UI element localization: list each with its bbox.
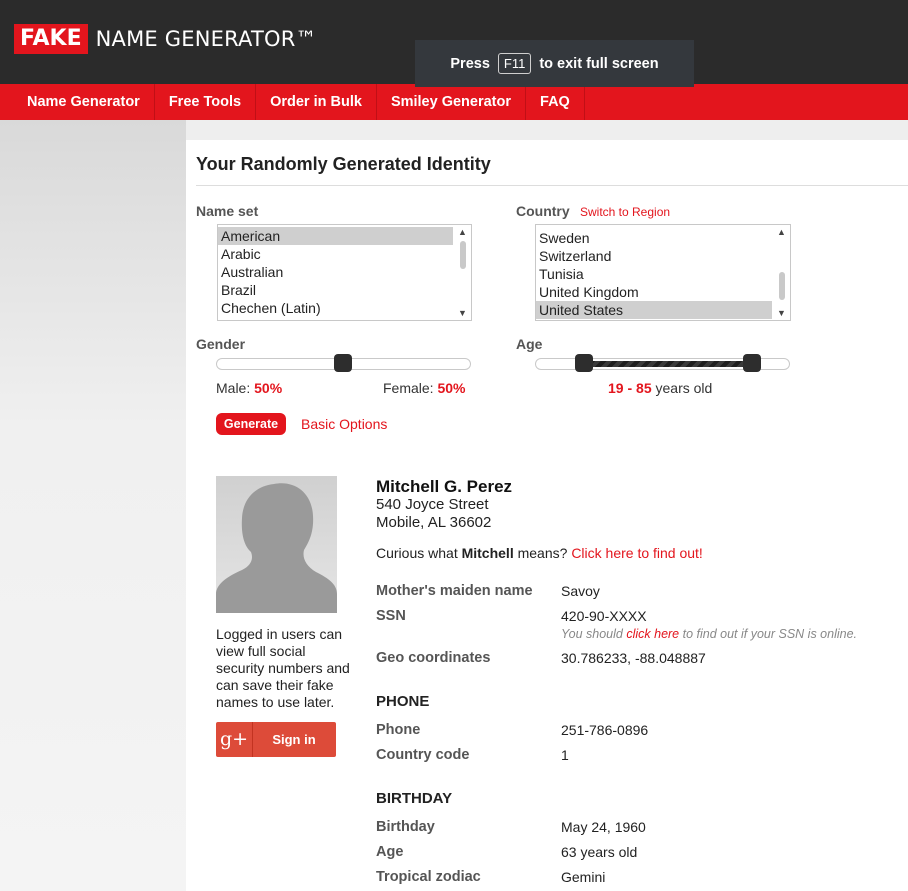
maiden-name-value: Savoy <box>561 583 600 599</box>
address-line1: 540 Joyce Street <box>376 496 489 513</box>
toast-rest: to exit full screen <box>539 55 659 72</box>
country-select[interactable]: Sweden Switzerland Tunisia United Kingdo… <box>535 224 791 321</box>
site-logo[interactable]: FAKE NAME GENERATOR™ <box>14 24 317 54</box>
geo-label: Geo coordinates <box>376 650 491 666</box>
nav-free-tools[interactable]: Free Tools <box>155 84 257 120</box>
age-min: 19 <box>608 380 624 396</box>
nameset-label: Name set <box>196 203 259 219</box>
phone-label: Phone <box>376 722 421 738</box>
country-option[interactable]: Sweden <box>536 229 790 247</box>
male-value: 50% <box>254 380 283 396</box>
scroll-thumb[interactable] <box>779 272 785 300</box>
phone-value: 251-786-0896 <box>561 722 649 738</box>
ssn-value: 420-90-XXXX <box>561 608 647 624</box>
logo-name-generator: NAME GENERATOR™ <box>95 27 317 51</box>
name-meaning-link[interactable]: Click here to find out! <box>571 545 703 561</box>
nameset-select[interactable]: American Arabic Australian Brazil Cheche… <box>217 224 472 321</box>
nameset-option[interactable]: Australian <box>218 263 471 281</box>
logo-fake: FAKE <box>14 24 88 54</box>
scroll-thumb[interactable] <box>460 241 466 269</box>
curious-mid: means? <box>517 545 568 561</box>
zodiac-label: Tropical zodiac <box>376 869 481 885</box>
gender-slider-handle[interactable] <box>334 354 352 372</box>
age-max-handle[interactable] <box>743 354 761 372</box>
avatar <box>216 476 337 613</box>
curious-name: Mitchell <box>461 545 514 561</box>
ssn-hint: You should click here to find out if you… <box>561 627 857 641</box>
ssn-check-link[interactable]: click here <box>626 627 679 641</box>
nameset-option[interactable]: American <box>218 227 453 245</box>
age-max: 85 <box>636 380 652 396</box>
age-detail-label: Age <box>376 844 404 860</box>
identity-name: Mitchell G. Perez <box>376 477 513 496</box>
nameset-option[interactable]: Brazil <box>218 281 471 299</box>
zodiac-value: Gemini <box>561 869 606 885</box>
country-option[interactable]: United States <box>536 301 772 319</box>
toast-press: Press <box>450 55 490 72</box>
curious-prefix: Curious what <box>376 545 458 561</box>
page-title: Your Randomly Generated Identity <box>196 154 491 174</box>
google-signin-button[interactable]: g+ Sign in <box>216 722 336 757</box>
female-value: 50% <box>437 380 466 396</box>
title-divider <box>196 185 908 186</box>
basic-options-link[interactable]: Basic Options <box>301 416 387 432</box>
signin-label: Sign in <box>272 732 316 747</box>
ssn-hint-post: to find out if your SSN is online. <box>682 627 858 641</box>
male-ratio: Male: 50% <box>216 380 282 396</box>
switch-to-region-link[interactable]: Switch to Region <box>580 205 670 219</box>
age-suffix: years old <box>655 380 713 396</box>
ssn-hint-pre: You should <box>561 627 623 641</box>
country-label: Country <box>516 203 570 219</box>
country-option[interactable]: Tunisia <box>536 265 790 283</box>
phone-section-title: PHONE <box>376 693 430 710</box>
age-detail-value: 63 years old <box>561 844 638 860</box>
country-option[interactable]: Switzerland <box>536 247 790 265</box>
scroll-down-icon[interactable]: ▼ <box>458 308 467 318</box>
left-gutter <box>0 120 186 891</box>
geo-coordinates-link[interactable]: 30.786233, -88.048887 <box>561 650 706 666</box>
birthday-label: Birthday <box>376 819 435 835</box>
female-ratio: Female: 50% <box>383 380 466 396</box>
generate-button[interactable]: Generate <box>216 413 286 435</box>
age-label: Age <box>516 336 543 352</box>
female-label: Female: <box>383 380 434 396</box>
nav-smiley-generator[interactable]: Smiley Generator <box>377 84 527 120</box>
nameset-scrollbar[interactable]: ▲ ▼ <box>455 225 471 320</box>
identity-panel: Your Randomly Generated Identity Name se… <box>186 140 908 891</box>
maiden-name-label: Mother's maiden name <box>376 583 533 599</box>
birthday-value: May 24, 1960 <box>561 819 646 835</box>
address-line2: Mobile, AL 36602 <box>376 514 492 531</box>
scroll-up-icon[interactable]: ▲ <box>777 227 786 237</box>
basic-options-text[interactable]: Basic Options <box>301 416 387 432</box>
country-scrollbar[interactable]: ▲ ▼ <box>774 225 790 320</box>
scroll-down-icon[interactable]: ▼ <box>777 308 786 318</box>
birthday-section-title: BIRTHDAY <box>376 790 453 807</box>
age-min-handle[interactable] <box>575 354 593 372</box>
country-code-value: 1 <box>561 747 569 763</box>
scroll-up-icon[interactable]: ▲ <box>458 227 467 237</box>
nameset-option[interactable]: Chechen (Latin) <box>218 299 471 317</box>
country-option[interactable]: United Kingdom <box>536 283 790 301</box>
ssn-label: SSN <box>376 608 406 624</box>
age-range-fill <box>584 361 752 367</box>
nav-faq[interactable]: FAQ <box>526 84 585 120</box>
age-range-text: 19 - 85 years old <box>608 380 712 396</box>
google-plus-icon: g+ <box>216 722 253 757</box>
gender-label: Gender <box>196 336 246 352</box>
fullscreen-toast: Press F11 to exit full screen <box>415 40 694 87</box>
login-note: Logged in users can view full social sec… <box>216 626 350 710</box>
person-silhouette-icon <box>216 483 337 613</box>
male-label: Male: <box>216 380 251 396</box>
name-meaning: Curious what Mitchell means? Click here … <box>376 545 703 561</box>
country-code-label: Country code <box>376 747 470 763</box>
age-sep: - <box>627 380 633 396</box>
main-nav: Name Generator Free Tools Order in Bulk … <box>0 84 908 120</box>
switch-to-region-text[interactable]: Switch to Region <box>580 205 670 219</box>
nav-name-generator[interactable]: Name Generator <box>0 84 155 120</box>
nav-order-in-bulk[interactable]: Order in Bulk <box>256 84 377 120</box>
nameset-option[interactable]: Arabic <box>218 245 471 263</box>
toast-key: F11 <box>497 53 532 74</box>
